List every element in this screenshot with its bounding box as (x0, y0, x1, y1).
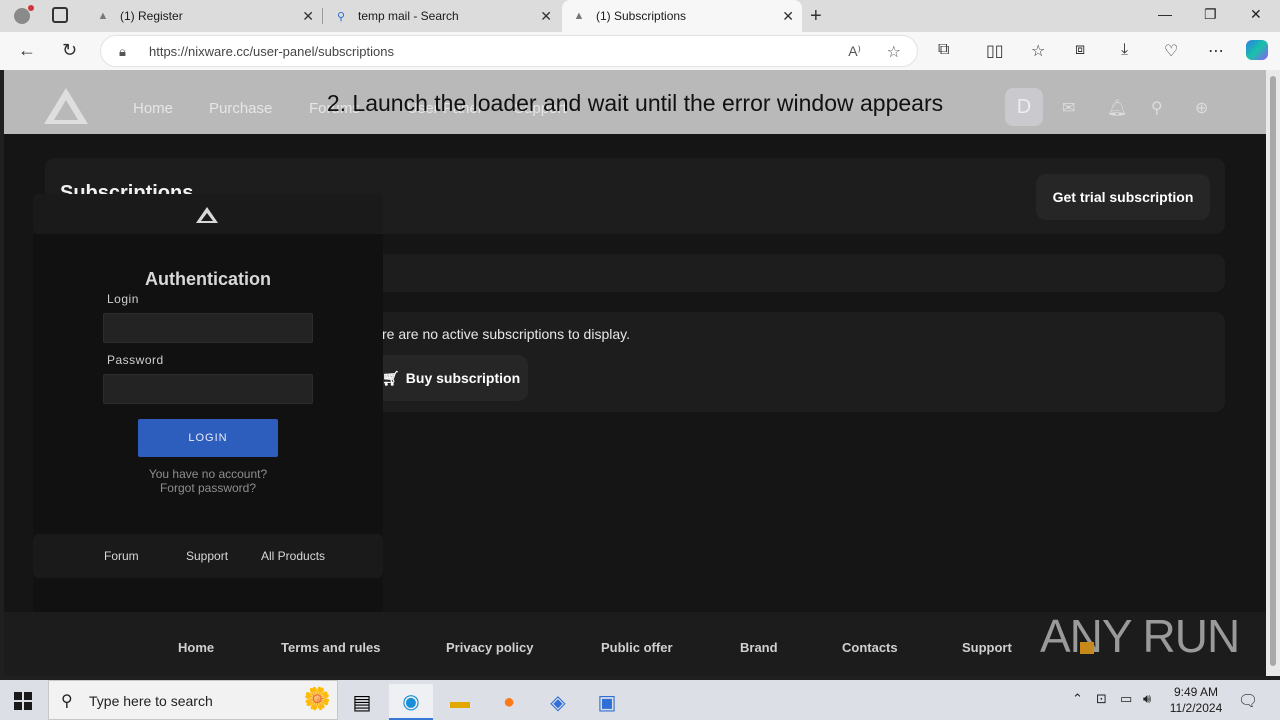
auth-title: Authentication (145, 269, 271, 289)
new-tab-icon[interactable]: + (810, 5, 822, 28)
minimize-icon[interactable]: — (1158, 6, 1172, 22)
messages-icon[interactable]: ✉ (1062, 98, 1075, 118)
nixware-logo-icon: ▲ (573, 10, 585, 22)
network-icon[interactable]: ▭ (1120, 691, 1132, 707)
search-icon: ⚲ (336, 10, 346, 23)
footer-contacts-link[interactable]: Contacts (842, 640, 898, 655)
no-account-link[interactable]: You have no account? (33, 467, 383, 481)
notification-dot-icon (28, 5, 34, 11)
search-highlight-icon: 🌼 (303, 686, 331, 711)
get-trial-subscription-button[interactable]: Get trial subscription (1036, 174, 1210, 220)
address-bar-row: ← ↻ 🔒︎ https://nixware.cc/user-panel/sub… (0, 32, 1280, 70)
vertical-scrollbar[interactable] (1266, 70, 1280, 676)
back-icon[interactable]: ← (18, 40, 36, 61)
cart-icon: 🛒︎ (382, 369, 400, 386)
file-explorer-icon[interactable]: ▬ (438, 684, 482, 720)
more-options-icon[interactable]: ⋯ (1208, 41, 1224, 61)
close-icon[interactable]: ✕ (782, 8, 794, 25)
split-screen-icon[interactable]: ▯▯ (986, 41, 1004, 61)
browser-essentials-icon[interactable]: ♡ (1164, 41, 1178, 61)
auth-footer-all-products-link[interactable]: All Products (261, 549, 325, 563)
auth-footer-support-link[interactable]: Support (186, 549, 228, 563)
tab-title: (1) Subscriptions (596, 9, 687, 23)
page-title: Subscriptions (60, 182, 194, 194)
footer-brand-link[interactable]: Brand (740, 640, 778, 655)
copilot-icon[interactable] (1246, 40, 1268, 60)
anyrun-square-icon (1080, 642, 1094, 654)
url-host: https://nixware.cc (149, 44, 250, 59)
site-header: Home Purchase Forums User Panel Support … (4, 70, 1266, 134)
footer-public-offer-link[interactable]: Public offer (601, 640, 673, 655)
auth-footer: Forum Support All Products (33, 534, 383, 578)
footer-support-link[interactable]: Support (962, 640, 1012, 655)
bell-icon[interactable]: 🔔︎ (1107, 98, 1127, 118)
tab-title: temp mail - Search (358, 9, 459, 23)
nixware-logo-icon: ▲ (97, 10, 109, 22)
restore-icon[interactable]: ❐ (1204, 6, 1217, 23)
tray-chevron-icon[interactable]: ⌃ (1072, 691, 1083, 707)
favorite-star-icon[interactable]: ☆ (887, 42, 901, 62)
search-icon: ⚲ (61, 693, 73, 710)
search-icon[interactable]: ⚲ (1151, 98, 1163, 118)
favorites-icon[interactable]: ☆ (1031, 41, 1045, 61)
nixware-logo-icon (196, 207, 218, 223)
read-aloud-icon[interactable]: A⁾ (848, 43, 861, 60)
extensions-icon[interactable]: ⧉ (938, 41, 949, 59)
collections-icon[interactable]: ⧈ (1075, 41, 1085, 59)
url-path: /user-panel/subscriptions (249, 44, 394, 59)
globe-icon[interactable]: ⊕ (1195, 98, 1208, 118)
anyrun-watermark: ANY RUN (1040, 610, 1240, 662)
lock-icon: 🔒︎ (119, 44, 126, 59)
clock-date: 11/2/2024 (1169, 701, 1223, 715)
scrollbar-thumb[interactable] (1270, 76, 1276, 666)
volume-icon[interactable]: 🔊︎ (1143, 691, 1151, 707)
tab-actions-icon[interactable] (52, 7, 68, 23)
login-button[interactable]: LOGIN (138, 419, 278, 457)
close-icon[interactable]: ✕ (540, 8, 552, 25)
no-subscriptions-message: re are no active subscriptions to displa… (382, 326, 630, 342)
tab-title: (1) Register (120, 9, 183, 23)
clock[interactable]: 9:49 AM 11/2/2024 (1160, 684, 1232, 716)
auth-footer-forum-link[interactable]: Forum (104, 549, 139, 563)
app-icon[interactable]: ◈ (536, 684, 580, 720)
clock-time: 9:49 AM (1173, 685, 1219, 699)
instruction-overlay-text: 2. Launch the loader and wait until the … (326, 90, 944, 116)
footer-terms-link[interactable]: Terms and rules (281, 640, 380, 655)
password-input[interactable] (103, 374, 313, 404)
notification-center-icon[interactable]: 🗨︎ (1238, 691, 1258, 711)
avatar[interactable]: D (1005, 88, 1043, 126)
footer-privacy-link[interactable]: Privacy policy (446, 640, 533, 655)
profile-icon (14, 8, 30, 24)
footer-home-link[interactable]: Home (178, 640, 214, 655)
tab-register[interactable]: ▲ (1) Register ✕ (86, 0, 322, 32)
forgot-password-link[interactable]: Forgot password? (33, 481, 383, 495)
login-input[interactable] (103, 313, 313, 343)
browser-tab-bar: ▲ (1) Register ✕ ⚲ temp mail - Search ✕ … (0, 0, 1280, 32)
tab-separator (322, 8, 323, 24)
taskbar-search-box[interactable]: ⚲ Type here to search 🌼 (48, 680, 338, 720)
login-label: Login (107, 292, 139, 306)
tab-subscriptions[interactable]: ▲ (1) Subscriptions ✕ (562, 0, 802, 32)
buy-subscription-button[interactable]: 🛒︎ Buy subscription (364, 355, 528, 401)
password-label: Password (107, 353, 164, 367)
url-text[interactable]: https://nixware.cc/user-panel/subscripti… (149, 44, 394, 59)
task-view-icon[interactable]: ▤ (340, 684, 384, 720)
windows-start-icon[interactable] (14, 692, 32, 710)
refresh-icon[interactable]: ↻ (62, 40, 77, 61)
web-page: Home Purchase Forums User Panel Support … (4, 70, 1266, 676)
close-icon[interactable]: ✕ (302, 8, 314, 25)
address-bar[interactable]: 🔒︎ https://nixware.cc/user-panel/subscri… (100, 35, 918, 67)
tab-temp-mail-search[interactable]: ⚲ temp mail - Search ✕ (324, 0, 560, 32)
firefox-icon[interactable]: ● (487, 684, 531, 720)
taskbar-search-placeholder: Type here to search (89, 693, 213, 709)
windows-taskbar: ⚲ Type here to search 🌼 ▤ ◉ ▬ ● ◈ ▣ ⌃ ⊡ … (0, 680, 1280, 720)
close-window-icon[interactable]: ✕ (1250, 6, 1262, 23)
window-app-icon[interactable]: ▣ (585, 684, 629, 720)
edge-icon[interactable]: ◉ (389, 684, 433, 720)
tray-app-icon[interactable]: ⊡ (1096, 691, 1107, 707)
buy-subscription-label: Buy subscription (405, 370, 521, 386)
downloads-icon[interactable]: ⤓ (1121, 41, 1128, 59)
